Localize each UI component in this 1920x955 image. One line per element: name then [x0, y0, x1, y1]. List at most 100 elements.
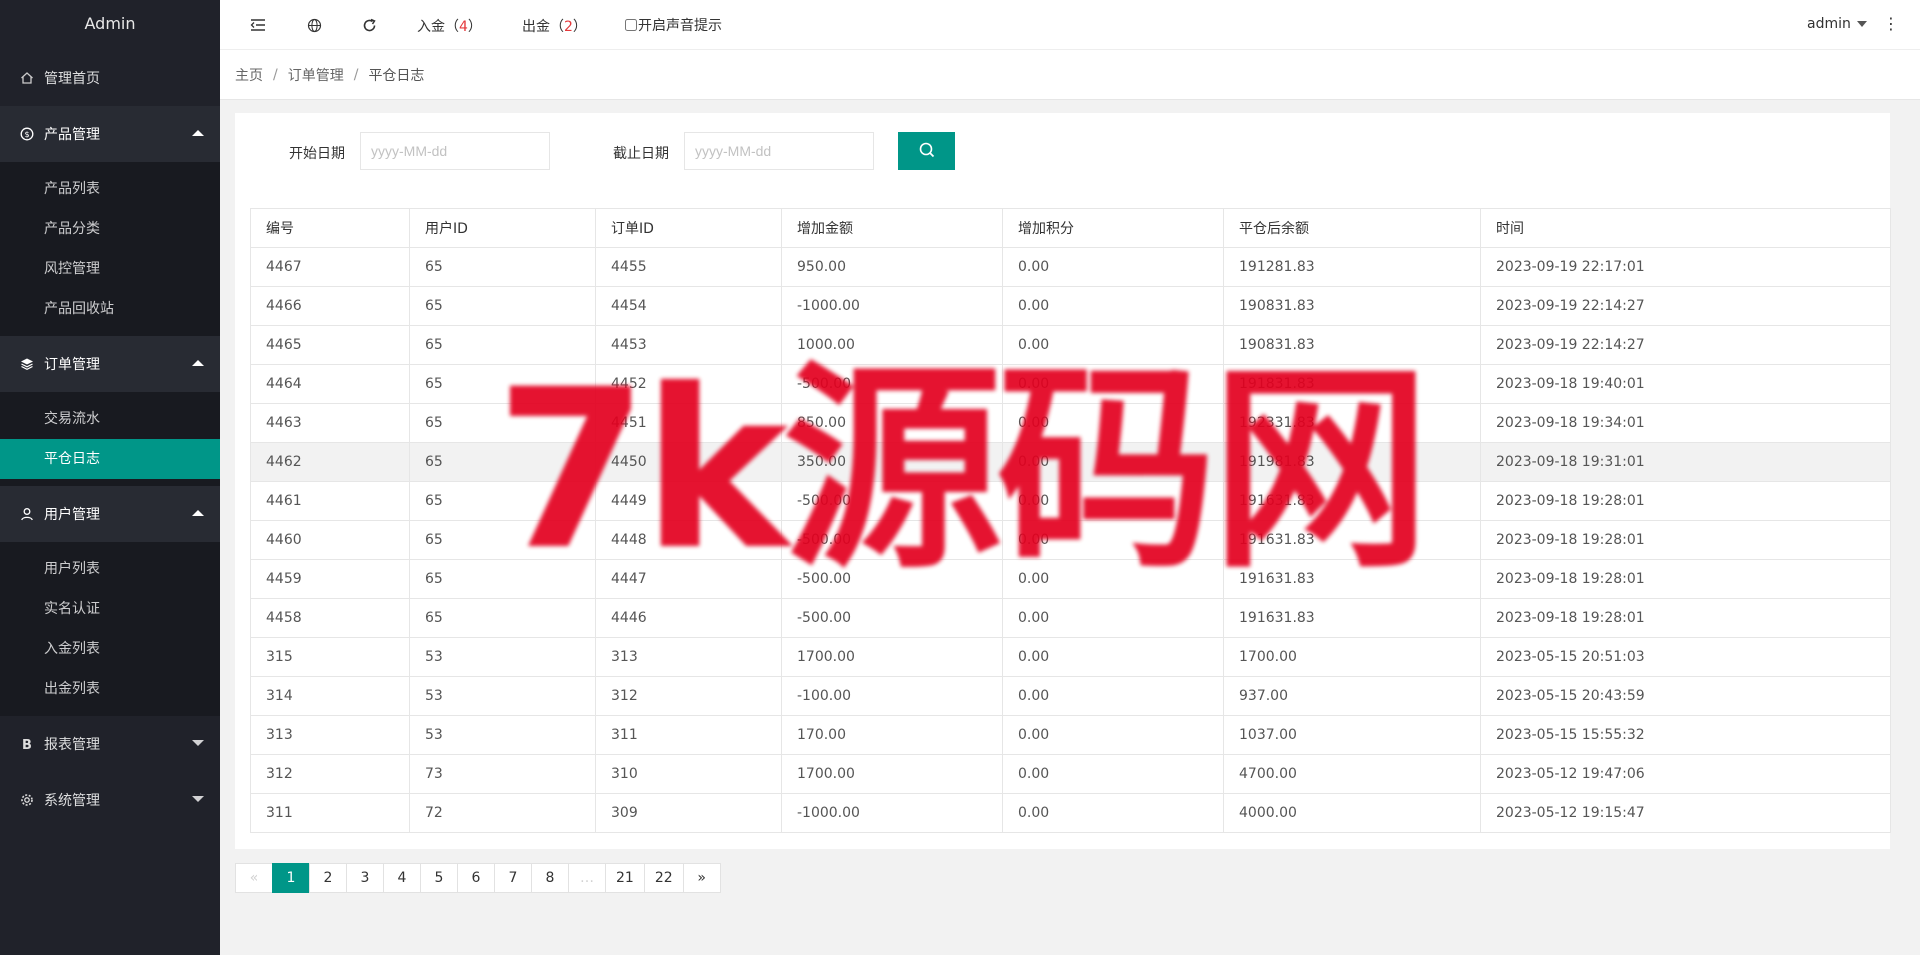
gear-icon: [20, 793, 34, 807]
table-cell: 53: [409, 676, 596, 716]
withdraw-notice[interactable]: 出金（2）: [522, 16, 587, 36]
deposit-count: 4: [459, 19, 468, 35]
sidebar-group-user: 用户管理 用户列表 实名认证 入金列表 出金列表: [0, 486, 220, 716]
breadcrumb-home[interactable]: 主页: [235, 65, 263, 85]
main-card: 开始日期 截止日期 编号用户ID订单ID增加金额增加积分平仓后余额时间 4467…: [235, 113, 1891, 849]
table-cell: 2023-09-18 19:40:01: [1480, 364, 1891, 404]
sidebar-item-product-recycle[interactable]: 产品回收站: [0, 289, 220, 329]
table-cell: 4000.00: [1223, 793, 1481, 833]
sidebar-item-deposit-list[interactable]: 入金列表: [0, 629, 220, 669]
page-button[interactable]: 6: [457, 863, 495, 893]
table-row: 315 53 313 1700.00 0.00 1700.00 2023-05-15 20:…: [250, 637, 1891, 677]
breadcrumb: 主页 / 订单管理 / 平仓日志: [220, 50, 1920, 100]
table-cell: 4700.00: [1223, 754, 1481, 794]
chevron-up-icon: [192, 130, 204, 136]
sidebar-item-home[interactable]: 管理首页: [0, 50, 220, 106]
table-cell: -1000.00: [781, 793, 1003, 833]
page-button[interactable]: 8: [531, 863, 569, 893]
page-button[interactable]: 7: [494, 863, 532, 893]
page-button[interactable]: 3: [346, 863, 384, 893]
page-button[interactable]: 2: [309, 863, 347, 893]
user-icon: [20, 507, 34, 521]
sidebar-group-label: 系统管理: [44, 793, 100, 809]
svg-text:B: B: [22, 738, 32, 751]
table-cell: 2023-05-12 19:15:47: [1480, 793, 1891, 833]
sidebar-group-head-user[interactable]: 用户管理: [0, 486, 220, 542]
deposit-notice[interactable]: 入金（4）: [417, 16, 482, 36]
more-icon[interactable]: ⋮: [1883, 14, 1899, 33]
sidebar-group-head-product[interactable]: $ 产品管理: [0, 106, 220, 162]
table-cell: 2023-05-15 15:55:32: [1480, 715, 1891, 755]
next-page-button[interactable]: »: [682, 863, 721, 893]
page-button[interactable]: 21: [605, 863, 645, 893]
table-cell: 65: [409, 559, 596, 599]
sidebar-item-withdraw-list[interactable]: 出金列表: [0, 669, 220, 709]
sound-toggle[interactable]: 开启声音提示: [625, 15, 722, 35]
table-row: 4458 65 4446 -500.00 0.00 191631.83 2023-09-18…: [250, 598, 1891, 638]
table-header-row: 编号 用户ID 订单ID 增加金额 增加积分 平仓后余额 时间: [250, 208, 1891, 248]
column-header: 用户ID: [409, 208, 596, 248]
user-name: admin: [1807, 16, 1851, 32]
column-header: 编号: [250, 208, 410, 248]
top-header: 入金（4） 出金（2） 开启声音提示 admin ⋮: [220, 0, 1920, 50]
sidebar-group-product: $ 产品管理 产品列表 产品分类 风控管理 产品回收站: [0, 106, 220, 336]
table-cell: 73: [409, 754, 596, 794]
table-cell: 2023-05-15 20:43:59: [1480, 676, 1891, 716]
table-cell: 4460: [250, 520, 410, 560]
breadcrumb-order[interactable]: 订单管理: [288, 65, 344, 85]
table-cell: 4453: [595, 325, 782, 365]
sound-checkbox[interactable]: [625, 19, 637, 31]
sidebar-group-head-report[interactable]: B 报表管理: [0, 716, 220, 772]
table-cell: 350.00: [781, 442, 1003, 482]
page-button[interactable]: 4: [383, 863, 421, 893]
table-cell: 2023-09-18 19:31:01: [1480, 442, 1891, 482]
table-cell: 850.00: [781, 403, 1003, 443]
table-cell: 65: [409, 520, 596, 560]
sidebar-item-real-name[interactable]: 实名认证: [0, 589, 220, 629]
table-cell: 4455: [595, 247, 782, 287]
svg-text:$: $: [24, 130, 29, 139]
table-cell: 72: [409, 793, 596, 833]
table-cell: 4464: [250, 364, 410, 404]
table-cell: 4458: [250, 598, 410, 638]
table-cell: 0.00: [1002, 793, 1224, 833]
sidebar-item-product-list[interactable]: 产品列表: [0, 169, 220, 209]
menu-fold-icon[interactable]: [249, 16, 267, 34]
table-row: 4459 65 4447 -500.00 0.00 191631.83 2023-09-18…: [250, 559, 1891, 599]
end-date-input[interactable]: [684, 132, 874, 170]
page-button[interactable]: 1: [272, 863, 310, 893]
sidebar-item-user-list[interactable]: 用户列表: [0, 549, 220, 589]
table-cell: 2023-09-19 22:14:27: [1480, 286, 1891, 326]
table-cell: -500.00: [781, 520, 1003, 560]
start-date-input[interactable]: [360, 132, 550, 170]
sound-label: 开启声音提示: [638, 18, 722, 34]
table-cell: -500.00: [781, 559, 1003, 599]
sidebar-group-head-order[interactable]: 订单管理: [0, 336, 220, 392]
column-header: 时间: [1480, 208, 1891, 248]
table-cell: 4450: [595, 442, 782, 482]
table-cell: 0.00: [1002, 286, 1224, 326]
table-cell: 0.00: [1002, 481, 1224, 521]
table-cell: 1700.00: [1223, 637, 1481, 677]
table-cell: 170.00: [781, 715, 1003, 755]
start-date-label: 开始日期: [289, 146, 345, 162]
table-cell: 0.00: [1002, 442, 1224, 482]
page-button[interactable]: 5: [420, 863, 458, 893]
sidebar-item-product-category[interactable]: 产品分类: [0, 209, 220, 249]
user-menu[interactable]: admin: [1807, 16, 1867, 32]
table-cell: -500.00: [781, 481, 1003, 521]
logo[interactable]: Admin: [0, 0, 220, 50]
sidebar-item-close-log[interactable]: 平仓日志: [0, 439, 220, 479]
page-button[interactable]: 22: [643, 863, 684, 893]
search-button[interactable]: [898, 132, 955, 170]
sidebar-item-risk-control[interactable]: 风控管理: [0, 249, 220, 289]
sidebar-item-transactions[interactable]: 交易流水: [0, 399, 220, 439]
sidebar-children-order: 交易流水 平仓日志: [0, 392, 220, 486]
table-row: 313 53 311 170.00 0.00 1037.00 2023-05-15 15:5…: [250, 715, 1891, 755]
refresh-icon[interactable]: [360, 16, 378, 34]
prev-page-button[interactable]: «: [235, 863, 273, 893]
page-ellipsis: …: [568, 863, 606, 893]
sidebar-group-head-system[interactable]: 系统管理: [0, 772, 220, 828]
table-row: 312 73 310 1700.00 0.00 4700.00 2023-05-12 19:…: [250, 754, 1891, 794]
globe-icon[interactable]: [305, 16, 323, 34]
